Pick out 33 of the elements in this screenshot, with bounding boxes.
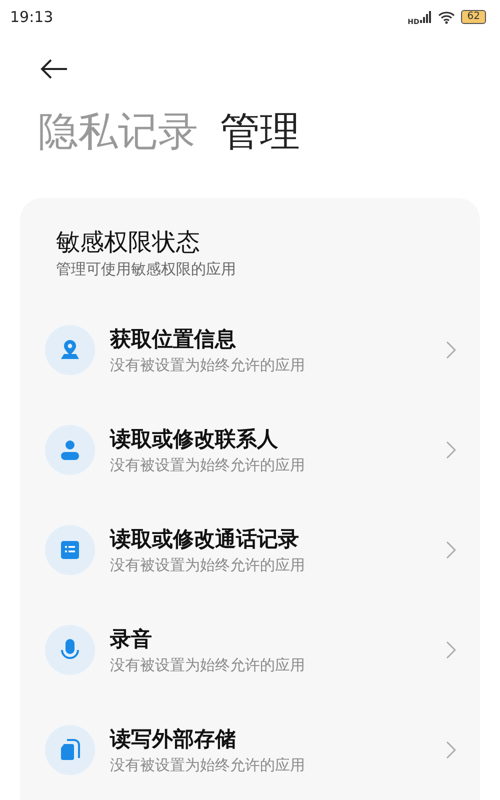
permission-item[interactable]: 读取或修改联系人 没有被设置为始终允许的应用 [20,400,480,500]
item-subtitle: 没有被设置为始终允许的应用 [110,455,305,476]
microphone-icon [60,638,80,662]
battery-level: 62 [461,10,486,24]
back-arrow-icon[interactable] [40,59,68,79]
item-subtitle: 没有被设置为始终允许的应用 [110,655,305,676]
chevron-right-icon [446,441,456,459]
chevron-right-icon [446,741,456,759]
item-title: 录音 [110,626,152,653]
chevron-right-icon [446,541,456,559]
files-icon [59,739,81,761]
chevron-right-icon [446,341,456,359]
status-time: 19:13 [10,8,54,26]
item-title: 读取或修改联系人 [110,426,278,453]
header-tab[interactable]: 管理 [220,104,300,160]
permission-item[interactable]: 读取或修改通话记录 没有被设置为始终允许的应用 [20,500,480,600]
person-icon [59,439,81,461]
section-subtitle: 管理可使用敏感权限的应用 [55,259,237,280]
item-subtitle: 没有被设置为始终允许的应用 [110,755,305,776]
permission-item[interactable]: 读写外部存储 没有被设置为始终允许的应用 [20,700,480,800]
signal-icon [420,11,432,23]
item-title: 读取或修改通话记录 [110,526,299,553]
chevron-right-icon [446,641,456,659]
item-subtitle: 没有被设置为始终允许的应用 [110,555,305,576]
permission-item[interactable]: 获取位置信息 没有被设置为始终允许的应用 [20,300,480,400]
item-title: 获取位置信息 [110,326,236,353]
location-pin-icon [60,339,80,361]
item-title: 读写外部存储 [110,726,236,753]
section-title: 敏感权限状态 [55,227,201,258]
wifi-icon [438,10,456,24]
item-subtitle: 没有被设置为始终允许的应用 [110,355,305,376]
list-document-icon [60,540,80,560]
permission-item[interactable]: 录音 没有被设置为始终允许的应用 [20,600,480,700]
